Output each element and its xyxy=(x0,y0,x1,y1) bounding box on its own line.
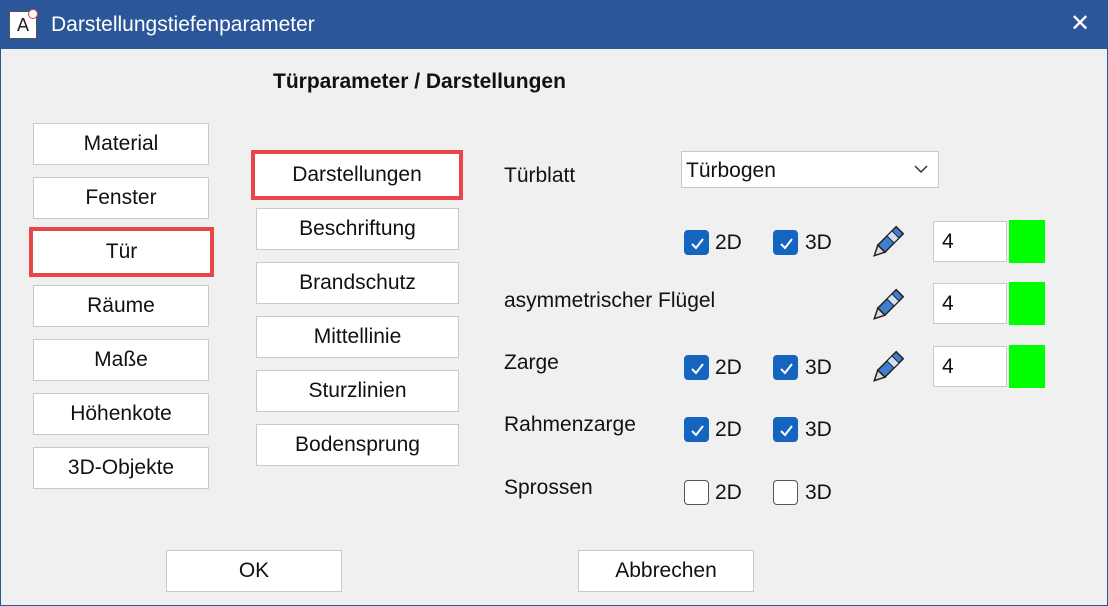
checkmark-icon xyxy=(691,238,704,250)
category-raume-button[interactable]: Räume xyxy=(33,285,209,327)
turblatt-3d-checkbox[interactable] xyxy=(773,230,798,255)
sprossen-2d-checkbox[interactable] xyxy=(684,480,709,505)
zarge-2d-label: 2D xyxy=(715,356,742,379)
checkmark-icon xyxy=(780,363,793,375)
zarge-color-swatch[interactable] xyxy=(1009,345,1045,388)
dialog-window: A Darstellungstiefenparameter ✕ Türparam… xyxy=(0,0,1108,606)
turblatt-dropdown-value: Türbogen xyxy=(686,159,776,182)
turblatt-2d-checkbox[interactable] xyxy=(684,230,709,255)
asym-color-swatch[interactable] xyxy=(1009,282,1045,325)
category-material-button[interactable]: Material xyxy=(33,123,209,165)
section-heading: Türparameter / Darstellungen xyxy=(273,70,566,93)
turblatt-3d-label: 3D xyxy=(805,231,832,254)
subcategory-sturzlinien-button[interactable]: Sturzlinien xyxy=(256,370,459,412)
pencil-icon[interactable] xyxy=(867,223,907,263)
checkmark-icon xyxy=(780,425,793,437)
app-icon: A xyxy=(9,9,38,39)
cancel-button[interactable]: Abbrechen xyxy=(578,550,754,592)
app-icon-letter: A xyxy=(16,15,30,36)
asym-value-input[interactable] xyxy=(933,283,1007,324)
checkmark-icon xyxy=(780,238,793,250)
category-hoehenkote-button[interactable]: Höhenkote xyxy=(33,393,209,435)
zarge-label: Zarge xyxy=(504,351,559,374)
sprossen-2d-label: 2D xyxy=(715,481,742,504)
rahmenzarge-3d-label: 3D xyxy=(805,418,832,441)
category-3d-objekte-button[interactable]: 3D-Objekte xyxy=(33,447,209,489)
sprossen-label: Sprossen xyxy=(504,476,593,499)
turblatt-dropdown[interactable]: Türbogen xyxy=(681,151,939,188)
turblatt-2d-label: 2D xyxy=(715,231,742,254)
subcategory-mittellinie-button[interactable]: Mittellinie xyxy=(256,316,459,358)
checkmark-icon xyxy=(691,363,704,375)
subcategory-brandschutz-button[interactable]: Brandschutz xyxy=(256,262,459,304)
window-title: Darstellungstiefenparameter xyxy=(51,13,315,36)
title-bar: A Darstellungstiefenparameter ✕ xyxy=(1,1,1108,49)
rahmenzarge-2d-label: 2D xyxy=(715,418,742,441)
zarge-3d-label: 3D xyxy=(805,356,832,379)
subcategory-beschriftung-button[interactable]: Beschriftung xyxy=(256,208,459,250)
rahmenzarge-label: Rahmenzarge xyxy=(504,413,636,436)
checkmark-icon xyxy=(691,425,704,437)
zarge-2d-checkbox[interactable] xyxy=(684,355,709,380)
category-tur-button[interactable]: Tür xyxy=(29,227,214,277)
subcategory-bodensprung-button[interactable]: Bodensprung xyxy=(256,424,459,466)
rahmenzarge-3d-checkbox[interactable] xyxy=(773,417,798,442)
close-button[interactable]: ✕ xyxy=(1065,9,1095,39)
sprossen-3d-checkbox[interactable] xyxy=(773,480,798,505)
category-fenster-button[interactable]: Fenster xyxy=(33,177,209,219)
turblatt-label: Türblatt xyxy=(504,164,576,187)
ok-button[interactable]: OK xyxy=(166,550,342,592)
sprossen-3d-label: 3D xyxy=(805,481,832,504)
chevron-down-icon xyxy=(914,165,928,174)
turblatt-color-swatch[interactable] xyxy=(1009,220,1045,263)
rahmenzarge-2d-checkbox[interactable] xyxy=(684,417,709,442)
subcategory-darstellungen-button[interactable]: Darstellungen xyxy=(251,150,463,200)
asym-label: asymmetrischer Flügel xyxy=(504,289,716,312)
pencil-icon[interactable] xyxy=(867,348,907,388)
turblatt-value-input[interactable] xyxy=(933,221,1007,262)
zarge-3d-checkbox[interactable] xyxy=(773,355,798,380)
app-icon-badge xyxy=(28,9,38,19)
category-masse-button[interactable]: Maße xyxy=(33,339,209,381)
zarge-value-input[interactable] xyxy=(933,346,1007,387)
pencil-icon[interactable] xyxy=(867,286,907,326)
